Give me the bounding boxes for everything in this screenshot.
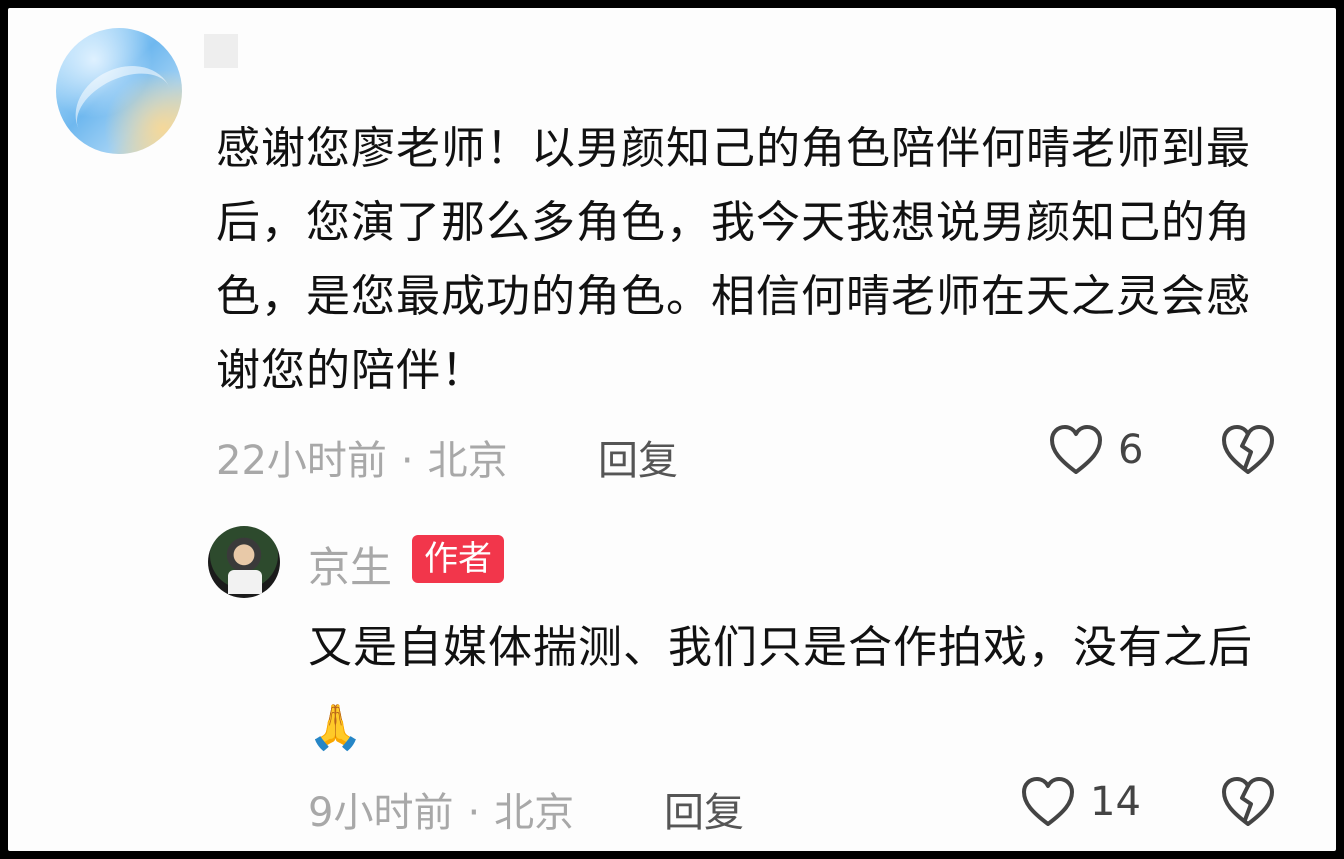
heart-outline-icon bbox=[1050, 425, 1102, 474]
comment-thread: 感谢您廖老师！以男颜知己的角色陪伴何晴老师到最后，您演了那么多角色，我今天我想说… bbox=[8, 8, 1336, 851]
reply-author-name[interactable]: 京生 bbox=[308, 534, 392, 595]
reply-text-body: 又是自媒体揣测、我们只是合作拍戏，没有之后 bbox=[308, 622, 1253, 673]
folded-hands-icon: 🙏 bbox=[308, 702, 364, 753]
comment-like-button[interactable]: 6 bbox=[1048, 424, 1143, 476]
commenter-avatar[interactable] bbox=[56, 28, 182, 154]
comment-time: 22小时前 bbox=[216, 438, 387, 484]
meta-separator: · bbox=[467, 790, 481, 836]
broken-heart-icon bbox=[1222, 777, 1274, 826]
comment-dislike-button[interactable] bbox=[1220, 424, 1276, 480]
reply-like-button[interactable]: 14 bbox=[1020, 776, 1141, 828]
comment-like-count: 6 bbox=[1118, 427, 1144, 473]
broken-heart-icon bbox=[1222, 425, 1274, 474]
heart-outline-icon bbox=[1022, 777, 1074, 826]
author-badge: 作者 bbox=[412, 535, 504, 583]
comment-text: 感谢您廖老师！以男颜知己的角色陪伴何晴老师到最后，您演了那么多角色，我今天我想说… bbox=[216, 123, 1251, 396]
reply-meta: 9小时前 · 北京 bbox=[308, 780, 574, 838]
reply-text: 又是自媒体揣测、我们只是合作拍戏，没有之后 🙏 bbox=[308, 610, 1268, 762]
commenter-username-placeholder[interactable] bbox=[204, 34, 238, 68]
reply-like-count: 14 bbox=[1090, 779, 1141, 825]
reply-button[interactable]: 回复 bbox=[598, 428, 678, 486]
reply-reply-button[interactable]: 回复 bbox=[664, 780, 744, 838]
reply-location: 北京 bbox=[494, 790, 575, 836]
reply-author-avatar[interactable] bbox=[208, 526, 280, 598]
reply-dislike-button[interactable] bbox=[1220, 776, 1276, 832]
meta-separator: · bbox=[400, 438, 414, 484]
comment-meta: 22小时前 · 北京 bbox=[216, 428, 508, 486]
reply-time: 9小时前 bbox=[308, 790, 454, 836]
comment-location: 北京 bbox=[427, 438, 508, 484]
